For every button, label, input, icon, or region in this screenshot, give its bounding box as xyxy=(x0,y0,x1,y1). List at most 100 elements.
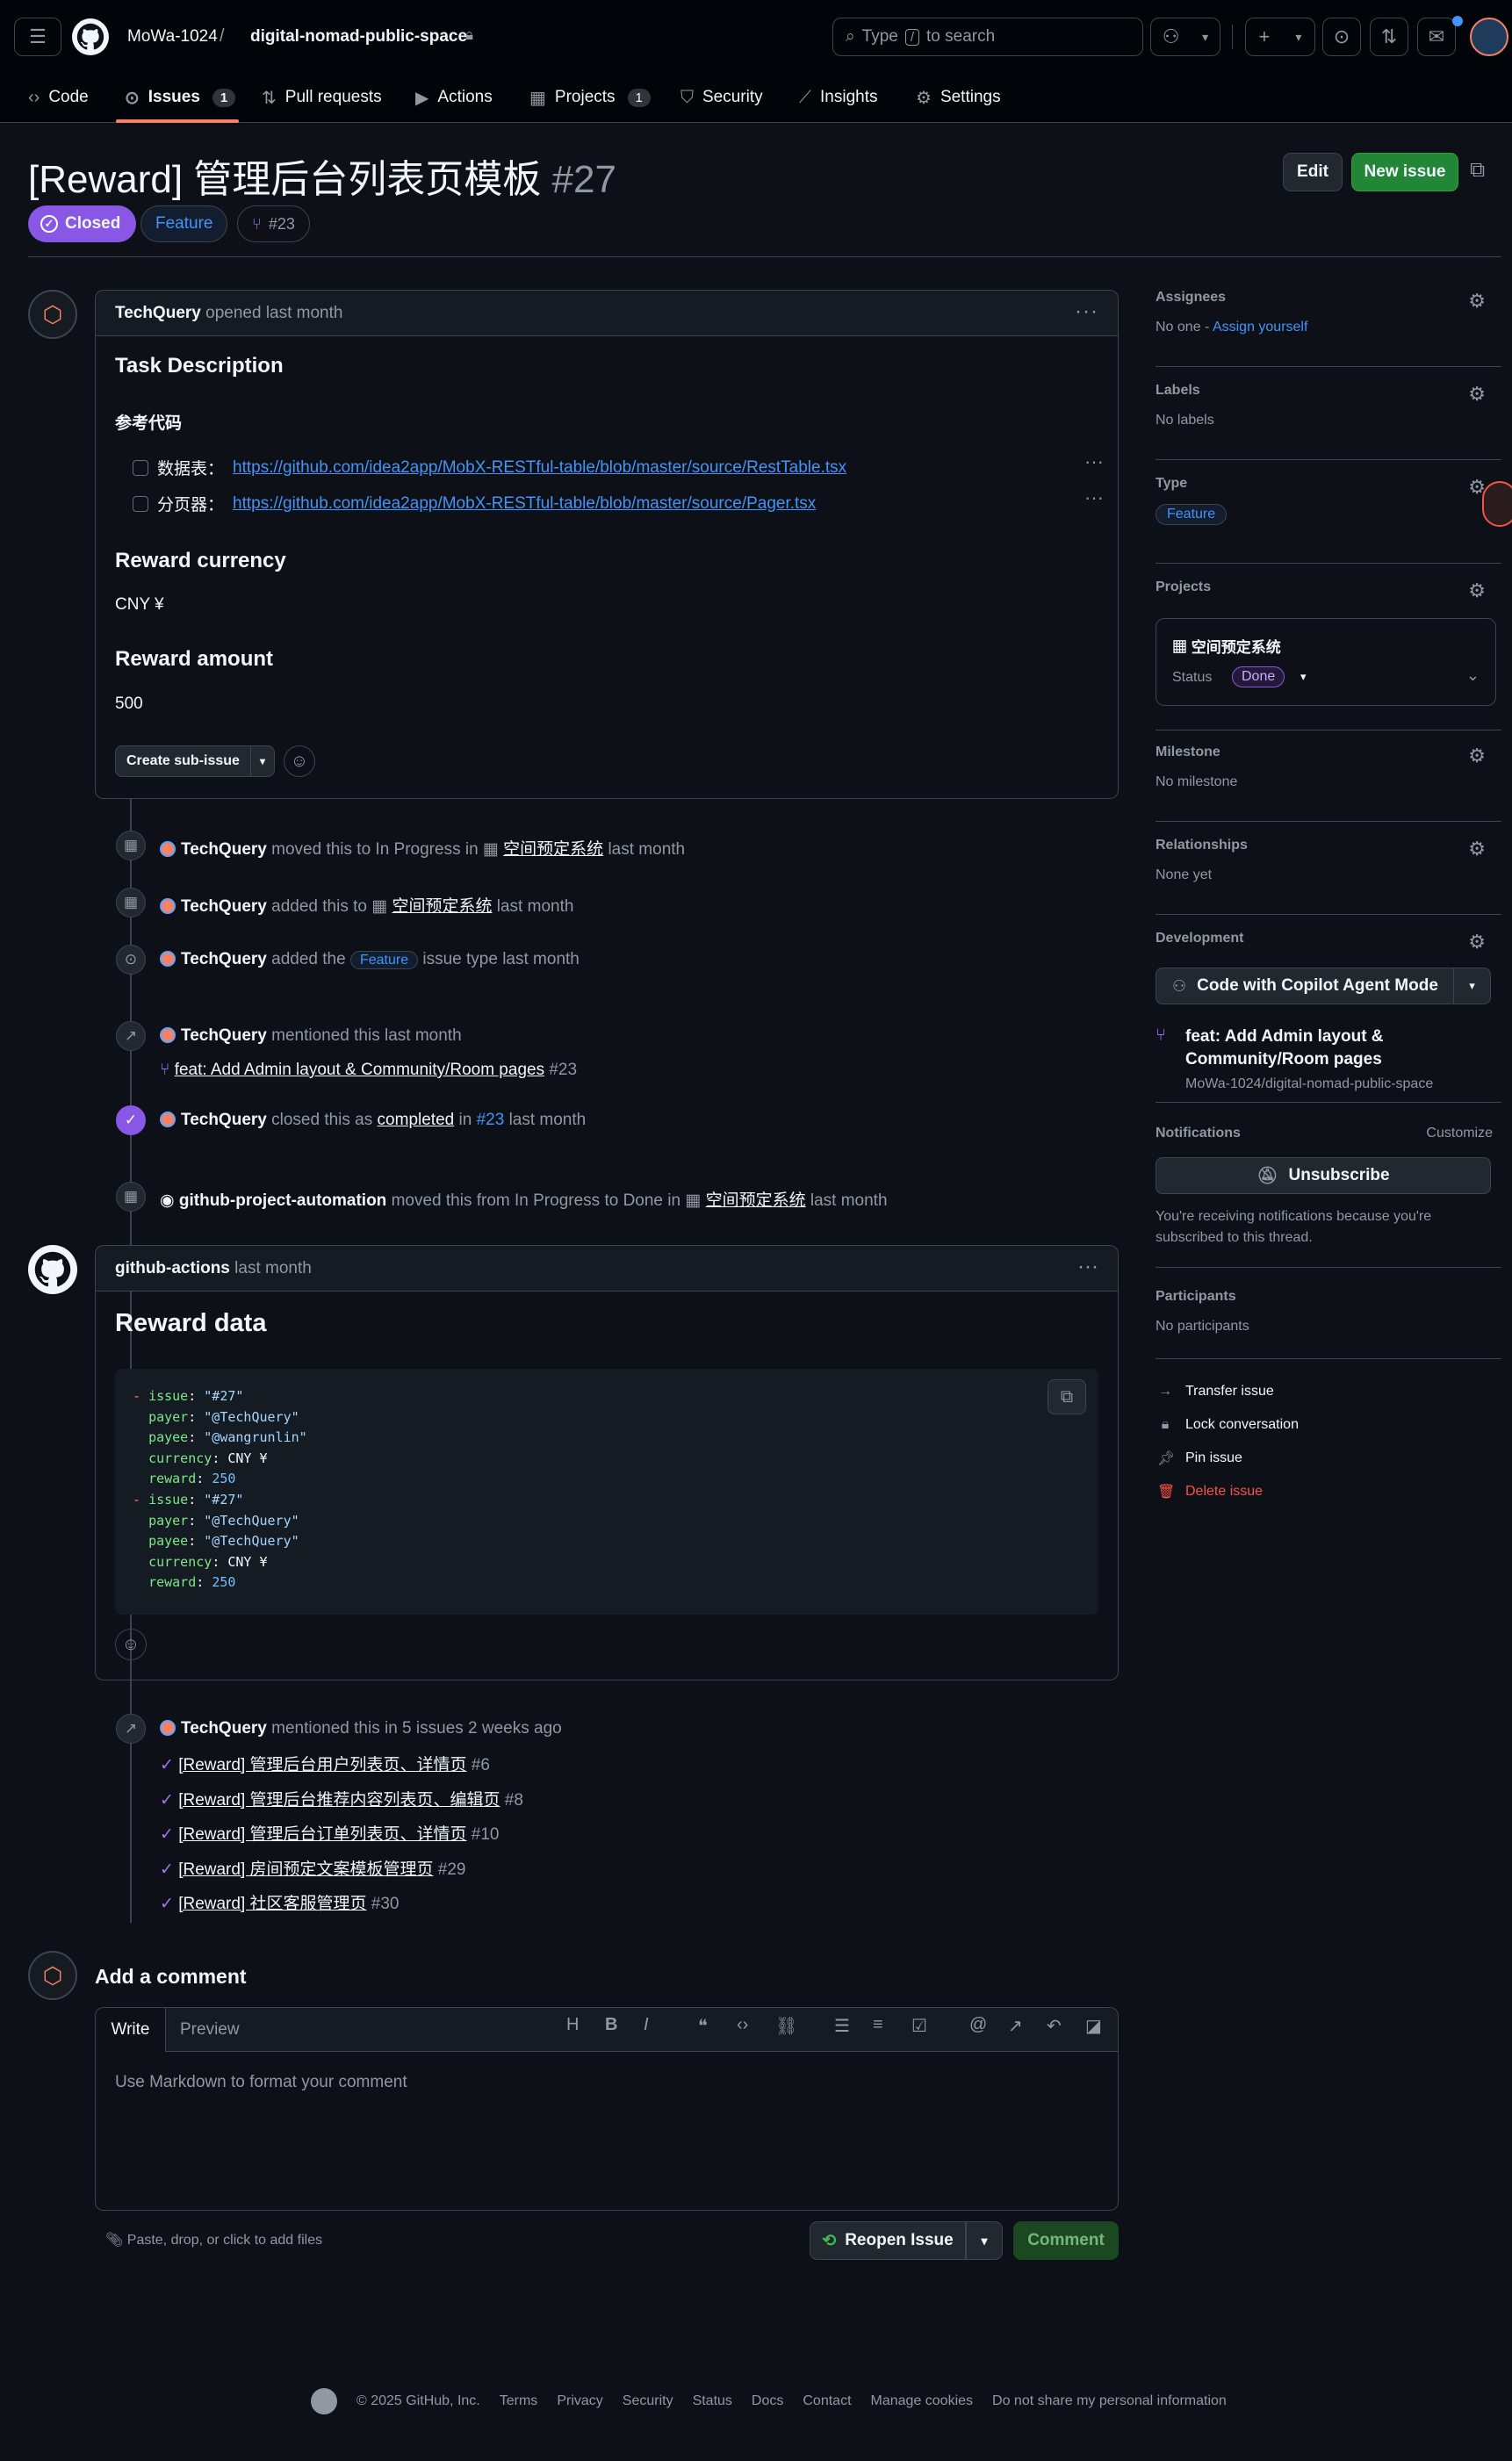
gear-icon[interactable]: ⚙ xyxy=(1468,838,1486,860)
github-logo-icon[interactable] xyxy=(72,18,109,55)
mentioned-issue-item[interactable]: ✓ [Reward] 管理后台推荐内容列表页、编辑页 #8 xyxy=(160,1787,523,1822)
tab-issues[interactable]: ⊙ Issues 1 xyxy=(125,83,236,112)
task-link[interactable]: https://github.com/idea2app/MobX-RESTful… xyxy=(233,494,816,514)
repo-owner-link[interactable]: MoWa-1024 xyxy=(127,27,218,47)
task-link[interactable]: https://github.com/idea2app/MobX-RESTful… xyxy=(233,458,846,478)
chevron-down-icon[interactable]: ▾ xyxy=(249,746,274,776)
sidebar-action-transfer-issue[interactable]: → Transfer issue xyxy=(1157,1375,1299,1408)
mention-icon[interactable]: @ xyxy=(969,2015,987,2035)
gear-icon[interactable]: ⚙ xyxy=(1468,931,1486,953)
comment-author[interactable]: TechQuery xyxy=(115,304,201,323)
footer-link[interactable]: Manage cookies xyxy=(871,2393,974,2409)
gear-icon[interactable]: ⚙ xyxy=(1468,579,1486,602)
dev-pr-link[interactable]: feat: Add Admin layout & Community/Room … xyxy=(1185,1025,1484,1071)
author-avatar[interactable]: ⬡ xyxy=(28,290,77,339)
tab-write[interactable]: Write xyxy=(96,2008,166,2052)
gear-icon[interactable]: ⚙ xyxy=(1468,383,1486,406)
expand-chevron-icon[interactable]: ⌄ xyxy=(1466,666,1480,685)
bold-icon[interactable]: B xyxy=(605,2015,617,2035)
github-logo-icon[interactable] xyxy=(311,2388,337,2414)
issue-type-badge[interactable]: Feature xyxy=(140,205,228,242)
footer-link[interactable]: Privacy xyxy=(557,2393,602,2409)
closed-issue-icon: ✓ xyxy=(160,1756,174,1774)
type-badge[interactable]: Feature xyxy=(1156,504,1228,525)
code-icon[interactable]: ‹› xyxy=(737,2015,748,2035)
user-avatar[interactable] xyxy=(1470,18,1508,56)
linked-pr-badge[interactable]: ⑂ #23 xyxy=(237,205,310,242)
footer-link[interactable]: Docs xyxy=(752,2393,783,2409)
footer-link[interactable]: Contact xyxy=(803,2393,851,2409)
quote-icon[interactable]: ❝ xyxy=(698,2015,708,2037)
comment-options-icon[interactable]: ··· xyxy=(1075,299,1098,324)
comment-textarea[interactable]: Use Markdown to format your comment xyxy=(115,2073,407,2092)
task-checkbox[interactable] xyxy=(133,495,148,512)
comment-button[interactable]: Comment xyxy=(1013,2221,1119,2260)
tab-security[interactable]: ⛉ Security xyxy=(680,83,763,112)
mentioned-issue-item[interactable]: ✓ [Reward] 社区客服管理页 #30 xyxy=(160,1890,523,1925)
reopen-options-dropdown[interactable]: ▾ xyxy=(966,2221,1003,2260)
footer-link[interactable]: Terms xyxy=(500,2393,538,2409)
create-sub-issue-button[interactable]: Create sub-issue ▾ xyxy=(115,745,275,777)
task-list-icon[interactable]: ☑ xyxy=(911,2015,927,2037)
sidebar-action-delete-issue[interactable]: 🗑︎ Delete issue xyxy=(1157,1475,1299,1508)
attach-files[interactable]: 📎︎ Paste, drop, or click to add files xyxy=(105,2231,322,2249)
tab-settings[interactable]: ⚙ Settings xyxy=(916,83,1001,112)
slash-commands-icon[interactable]: ◪ xyxy=(1085,2015,1102,2037)
bot-avatar[interactable] xyxy=(28,1245,77,1294)
reference-icon[interactable]: ↗ xyxy=(1008,2015,1023,2037)
gear-icon[interactable]: ⚙ xyxy=(1468,745,1486,767)
search-input[interactable]: ⌕ Type / to search xyxy=(832,18,1143,56)
add-reaction-icon[interactable]: ☺ xyxy=(115,1629,147,1660)
status-badge[interactable]: Done xyxy=(1232,666,1285,687)
ordered-list-icon[interactable]: ≡ xyxy=(873,2015,883,2035)
add-reaction-icon[interactable]: ☺ xyxy=(284,745,315,777)
assign-yourself-link[interactable]: Assign yourself xyxy=(1213,320,1308,335)
tab-pull-requests[interactable]: ⇅ Pull requests xyxy=(262,83,382,112)
code-line: - issue: "#27" xyxy=(133,1491,244,1508)
unsubscribe-button[interactable]: 🔕︎ Unsubscribe xyxy=(1156,1157,1491,1194)
floating-avatar[interactable] xyxy=(1482,481,1512,527)
pull-requests-shortcut-icon[interactable]: ⇅ xyxy=(1370,18,1408,56)
undo-icon[interactable]: ↶ xyxy=(1047,2015,1062,2037)
tab-actions[interactable]: ▶ Actions xyxy=(415,83,493,112)
task-checkbox[interactable] xyxy=(133,459,148,476)
heading-icon[interactable]: H xyxy=(566,2015,579,2035)
project-name[interactable]: ▦ 空间预定系统 xyxy=(1172,635,1281,657)
gear-icon[interactable]: ⚙ xyxy=(1468,290,1486,313)
paperclip-icon: 📎︎ xyxy=(105,2233,124,2248)
inbox-icon[interactable]: ✉ xyxy=(1417,18,1456,56)
comment-author[interactable]: github-actions xyxy=(115,1259,230,1278)
chevron-down-icon[interactable]: ▾ xyxy=(1300,670,1307,684)
task-options-icon[interactable]: ··· xyxy=(1084,486,1104,509)
footer-link[interactable]: Security xyxy=(623,2393,673,2409)
copy-code-icon[interactable]: ⧉ xyxy=(1048,1379,1086,1414)
sidebar-action-pin-issue[interactable]: 📌︎ Pin issue xyxy=(1157,1442,1299,1475)
edit-title-button[interactable]: Edit xyxy=(1283,153,1343,191)
reopen-issue-button[interactable]: ⟲ Reopen Issue xyxy=(810,2221,966,2260)
hamburger-menu-icon[interactable]: ☰ xyxy=(14,18,61,56)
italic-icon[interactable]: I xyxy=(644,2015,649,2035)
mentioned-issue-item[interactable]: ✓ [Reward] 房间预定文案模板管理页 #29 xyxy=(160,1856,523,1891)
comment-options-icon[interactable]: ··· xyxy=(1077,1255,1098,1279)
create-new-button[interactable]: + ▾ xyxy=(1245,18,1315,56)
new-issue-button[interactable]: New issue xyxy=(1351,153,1458,191)
task-options-icon[interactable]: ··· xyxy=(1084,450,1104,473)
tab-projects[interactable]: ▦ Projects 1 xyxy=(529,83,651,112)
mentioned-issue-item[interactable]: ✓ [Reward] 管理后台用户列表页、详情页 #6 xyxy=(160,1752,523,1787)
mentioned-issue-item[interactable]: ✓ [Reward] 管理后台订单列表页、详情页 #10 xyxy=(160,1821,523,1856)
issues-shortcut-icon[interactable]: ⊙ xyxy=(1322,18,1361,56)
referenced-pr[interactable]: ⑂ feat: Add Admin layout & Community/Roo… xyxy=(160,1061,577,1080)
link-icon[interactable]: ⛓ xyxy=(775,2015,797,2037)
copilot-agent-button[interactable]: ⚇ Code with Copilot Agent Mode ▾ xyxy=(1156,968,1491,1004)
footer-link[interactable]: Status xyxy=(693,2393,732,2409)
repo-name-link[interactable]: digital-nomad-public-space xyxy=(250,27,467,47)
unordered-list-icon[interactable]: ☰ xyxy=(834,2015,850,2037)
copilot-menu-button[interactable]: ⚇ ▾ xyxy=(1150,18,1220,56)
sidebar-action-lock-conversation[interactable]: 🔒︎ Lock conversation xyxy=(1157,1408,1299,1442)
footer-link[interactable]: Do not share my personal information xyxy=(992,2393,1227,2409)
copy-link-icon[interactable]: ⧉ xyxy=(1470,158,1485,183)
tab-code[interactable]: ‹› Code xyxy=(28,83,89,112)
tab-insights[interactable]: ⟋ Insights xyxy=(799,83,877,112)
tab-preview[interactable]: Preview xyxy=(180,2008,240,2052)
customize-link[interactable]: Customize xyxy=(1426,1126,1493,1141)
